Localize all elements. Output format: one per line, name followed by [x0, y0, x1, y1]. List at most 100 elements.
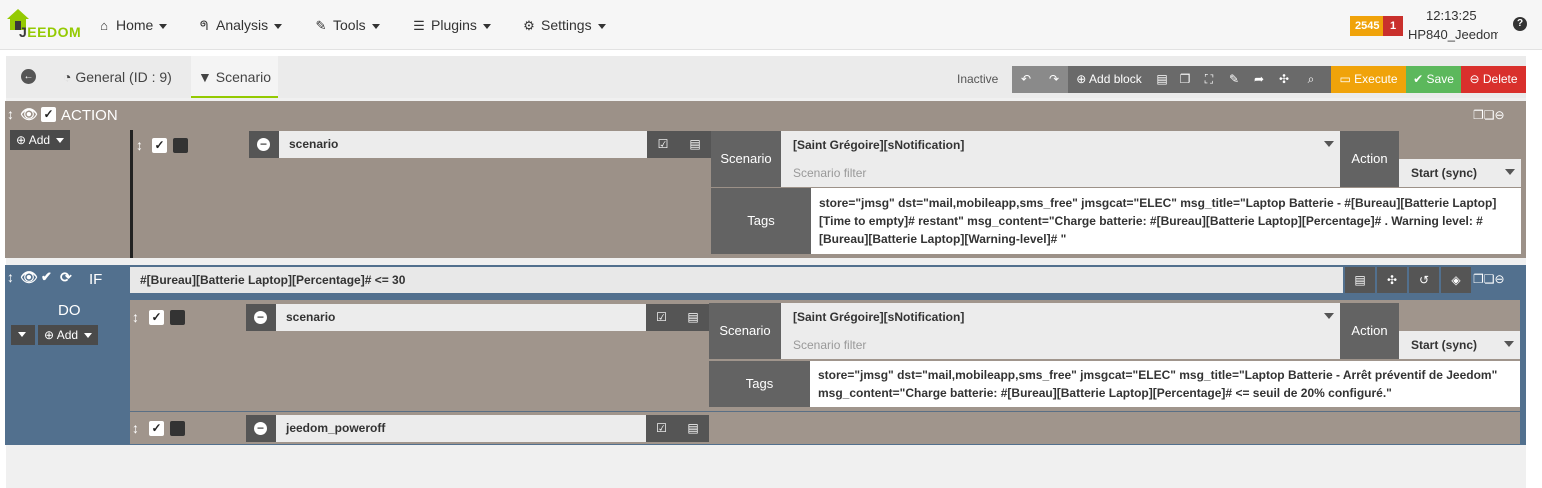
template-icon[interactable]: ✣ — [1272, 66, 1296, 93]
check-icon[interactable]: ✔ — [41, 269, 52, 285]
jeedom-logo[interactable]: JEEDOM — [5, 6, 81, 40]
tags-textarea[interactable]: store="jmsg" dst="mail,mobileapp,sms_fre… — [811, 188, 1521, 254]
hostname[interactable]: HP840_Jeedom — [1408, 27, 1498, 42]
scenario-filter-input[interactable]: Scenario filter — [781, 331, 1340, 359]
gauge-icon: ◔ — [63, 69, 72, 85]
add-button[interactable]: ⊕ Add — [10, 130, 71, 150]
action-select[interactable]: Start (sync) — [1399, 331, 1520, 359]
remove-cmd-button[interactable]: − — [246, 415, 276, 442]
list-alt-icon[interactable]: ▤ — [677, 304, 709, 331]
cmd-parallel-checkbox[interactable] — [170, 421, 185, 436]
add-block-button[interactable]: ⊕ Add block — [1068, 66, 1150, 93]
nav-home[interactable]: ⌂ Home — [96, 0, 168, 50]
block-title: ACTION — [61, 107, 118, 124]
cmd-enable-checkbox[interactable]: ✓ — [152, 138, 167, 153]
undo-redo-group: ↶ ↷ — [1012, 66, 1068, 93]
nav-analysis[interactable]: ᖗ Analysis — [196, 0, 283, 50]
scenario-filter-input[interactable]: Scenario filter — [781, 159, 1340, 187]
collapse-dropdown[interactable] — [11, 325, 35, 345]
top-navbar: JEEDOM ⌂ Home ᖗ Analysis ✎ Tools ☰ Plugins ⚙… — [0, 0, 1542, 50]
cube-icon[interactable]: ◈ — [1441, 267, 1471, 293]
filter-icon: ▼ — [198, 69, 212, 85]
help-icon[interactable]: ? — [1513, 17, 1527, 31]
eye-icon[interactable]: 👁 — [20, 106, 38, 123]
share-icon[interactable]: ➦ — [1248, 66, 1270, 93]
drag-handle-icon[interactable]: ↕ — [132, 309, 139, 325]
save-button[interactable]: ✔ Save — [1406, 66, 1461, 93]
paste-icon[interactable]: ❏ — [1484, 108, 1495, 122]
edit-icon[interactable]: ✎ — [1222, 66, 1246, 93]
block-enable-checkbox[interactable]: ✓ — [41, 107, 56, 122]
nav-plugins[interactable]: ☰ Plugins — [411, 0, 491, 50]
nav-settings[interactable]: ⚙ Settings — [521, 0, 606, 50]
plus-circle-icon: ⊕ — [16, 133, 27, 147]
paste-icon[interactable]: ❏ — [1484, 272, 1495, 286]
tasks-icon: ☰ — [413, 18, 425, 33]
tab-general[interactable]: ◔ General (ID : 9) — [63, 56, 172, 98]
chevron-down-icon — [597, 23, 606, 29]
cmd-parallel-checkbox[interactable] — [170, 310, 185, 325]
do-label: DO — [58, 302, 81, 319]
chevron-down-icon — [371, 23, 380, 29]
eye-icon[interactable]: 👁 — [20, 269, 38, 286]
list-alt-icon[interactable]: ▤ — [679, 131, 711, 158]
action-select[interactable]: Start (sync) — [1399, 159, 1521, 187]
action-label: Action — [1340, 303, 1399, 359]
check-circle-icon: ✔ — [1413, 72, 1424, 86]
drag-handle-icon[interactable]: ↕ — [136, 137, 143, 153]
minus-circle-icon: − — [254, 422, 267, 435]
chevron-down-icon — [1324, 141, 1334, 147]
scenario-toolbar: ⊕ Add block ▤ ❐ ⛶ ✎ ➦ ✣ ⌕ — [1068, 66, 1331, 93]
list-check-icon[interactable]: ☑ — [647, 131, 679, 158]
tab-scenario[interactable]: ▼ Scenario — [191, 56, 279, 98]
cmd-parallel-checkbox[interactable] — [173, 138, 188, 153]
cmd-name-input[interactable]: scenario — [279, 131, 647, 158]
drag-handle-icon[interactable]: ↕ — [7, 269, 14, 285]
add-button[interactable]: ⊕ Add — [38, 325, 99, 345]
list-alt-icon[interactable]: ▤ — [677, 415, 709, 442]
search-icon[interactable]: ⌕ — [1298, 66, 1324, 93]
back-arrow-icon[interactable]: ← — [21, 69, 36, 84]
copy-icon[interactable]: ❐ — [1473, 272, 1484, 286]
tags-label: Tags — [711, 188, 811, 254]
message-count-badge[interactable]: 2545 — [1350, 16, 1385, 36]
drag-handle-icon[interactable]: ↕ — [7, 106, 14, 122]
cmd-name-input[interactable]: jeedom_poweroff — [276, 415, 646, 442]
scenario-select[interactable]: [Saint Grégoire][sNotification] — [781, 303, 1340, 331]
remove-cmd-button[interactable]: − — [246, 304, 276, 331]
scenario-label: Scenario — [709, 303, 781, 359]
remove-circle-icon[interactable]: ⊖ — [1495, 272, 1505, 286]
copy-icon[interactable]: ❐ — [1473, 108, 1484, 122]
execute-button[interactable]: ▭ Execute — [1331, 66, 1406, 93]
alert-count-badge[interactable]: 1 — [1383, 16, 1403, 36]
if-condition-input[interactable]: #[Bureau][Batterie Laptop][Percentage]# … — [130, 267, 1343, 293]
puzzle-icon[interactable]: ✣ — [1377, 267, 1407, 293]
remove-cmd-button[interactable]: − — [249, 131, 279, 158]
list-alt-icon[interactable]: ▤ — [1345, 267, 1375, 293]
undo-icon[interactable]: ↶ — [1012, 66, 1040, 93]
chevron-down-icon — [1324, 313, 1334, 319]
history-icon[interactable]: ↺ — [1409, 267, 1439, 293]
scenario-select[interactable]: [Saint Grégoire][sNotification] — [781, 131, 1340, 159]
plus-circle-icon: ⊕ — [1076, 72, 1087, 86]
block-actions: ❐❏⊖ — [1473, 272, 1505, 286]
list-check-icon[interactable]: ☑ — [646, 304, 677, 331]
chevron-down-icon — [482, 23, 491, 29]
cmd-enable-checkbox[interactable]: ✓ — [149, 310, 164, 325]
copy-icon[interactable]: ❐ — [1174, 66, 1196, 93]
expand-icon[interactable]: ⛶ — [1198, 66, 1220, 93]
chevron-down-icon — [56, 138, 65, 144]
list-check-icon[interactable]: ☑ — [646, 415, 677, 442]
redo-icon[interactable]: ↷ — [1040, 66, 1068, 93]
cmd-name-input[interactable]: scenario — [276, 304, 646, 331]
nav-tools[interactable]: ✎ Tools — [313, 0, 380, 50]
plus-circle-icon: ⊕ — [44, 328, 55, 342]
delete-button[interactable]: ⊖ Delete — [1461, 66, 1526, 93]
tags-textarea[interactable]: store="jmsg" dst="mail,mobileapp,sms_fre… — [810, 361, 1520, 407]
drag-handle-icon[interactable]: ↕ — [132, 420, 139, 436]
cmd-enable-checkbox[interactable]: ✓ — [149, 421, 164, 436]
refresh-icon[interactable]: ⟳ — [60, 269, 72, 286]
block-actions: ❐❏⊖ — [1473, 108, 1505, 122]
log-icon[interactable]: ▤ — [1152, 66, 1172, 93]
remove-circle-icon[interactable]: ⊖ — [1495, 108, 1505, 122]
